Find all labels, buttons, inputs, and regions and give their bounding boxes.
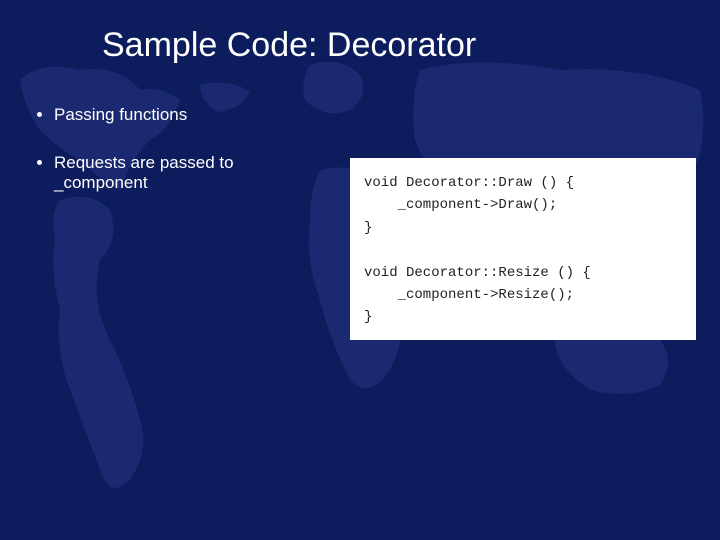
bullet-item: Passing functions	[54, 105, 324, 125]
bullet-item: Requests are passed to _component	[54, 153, 324, 193]
bullet-list: Passing functions Requests are passed to…	[24, 105, 696, 193]
slide-title: Sample Code: Decorator	[102, 26, 696, 65]
